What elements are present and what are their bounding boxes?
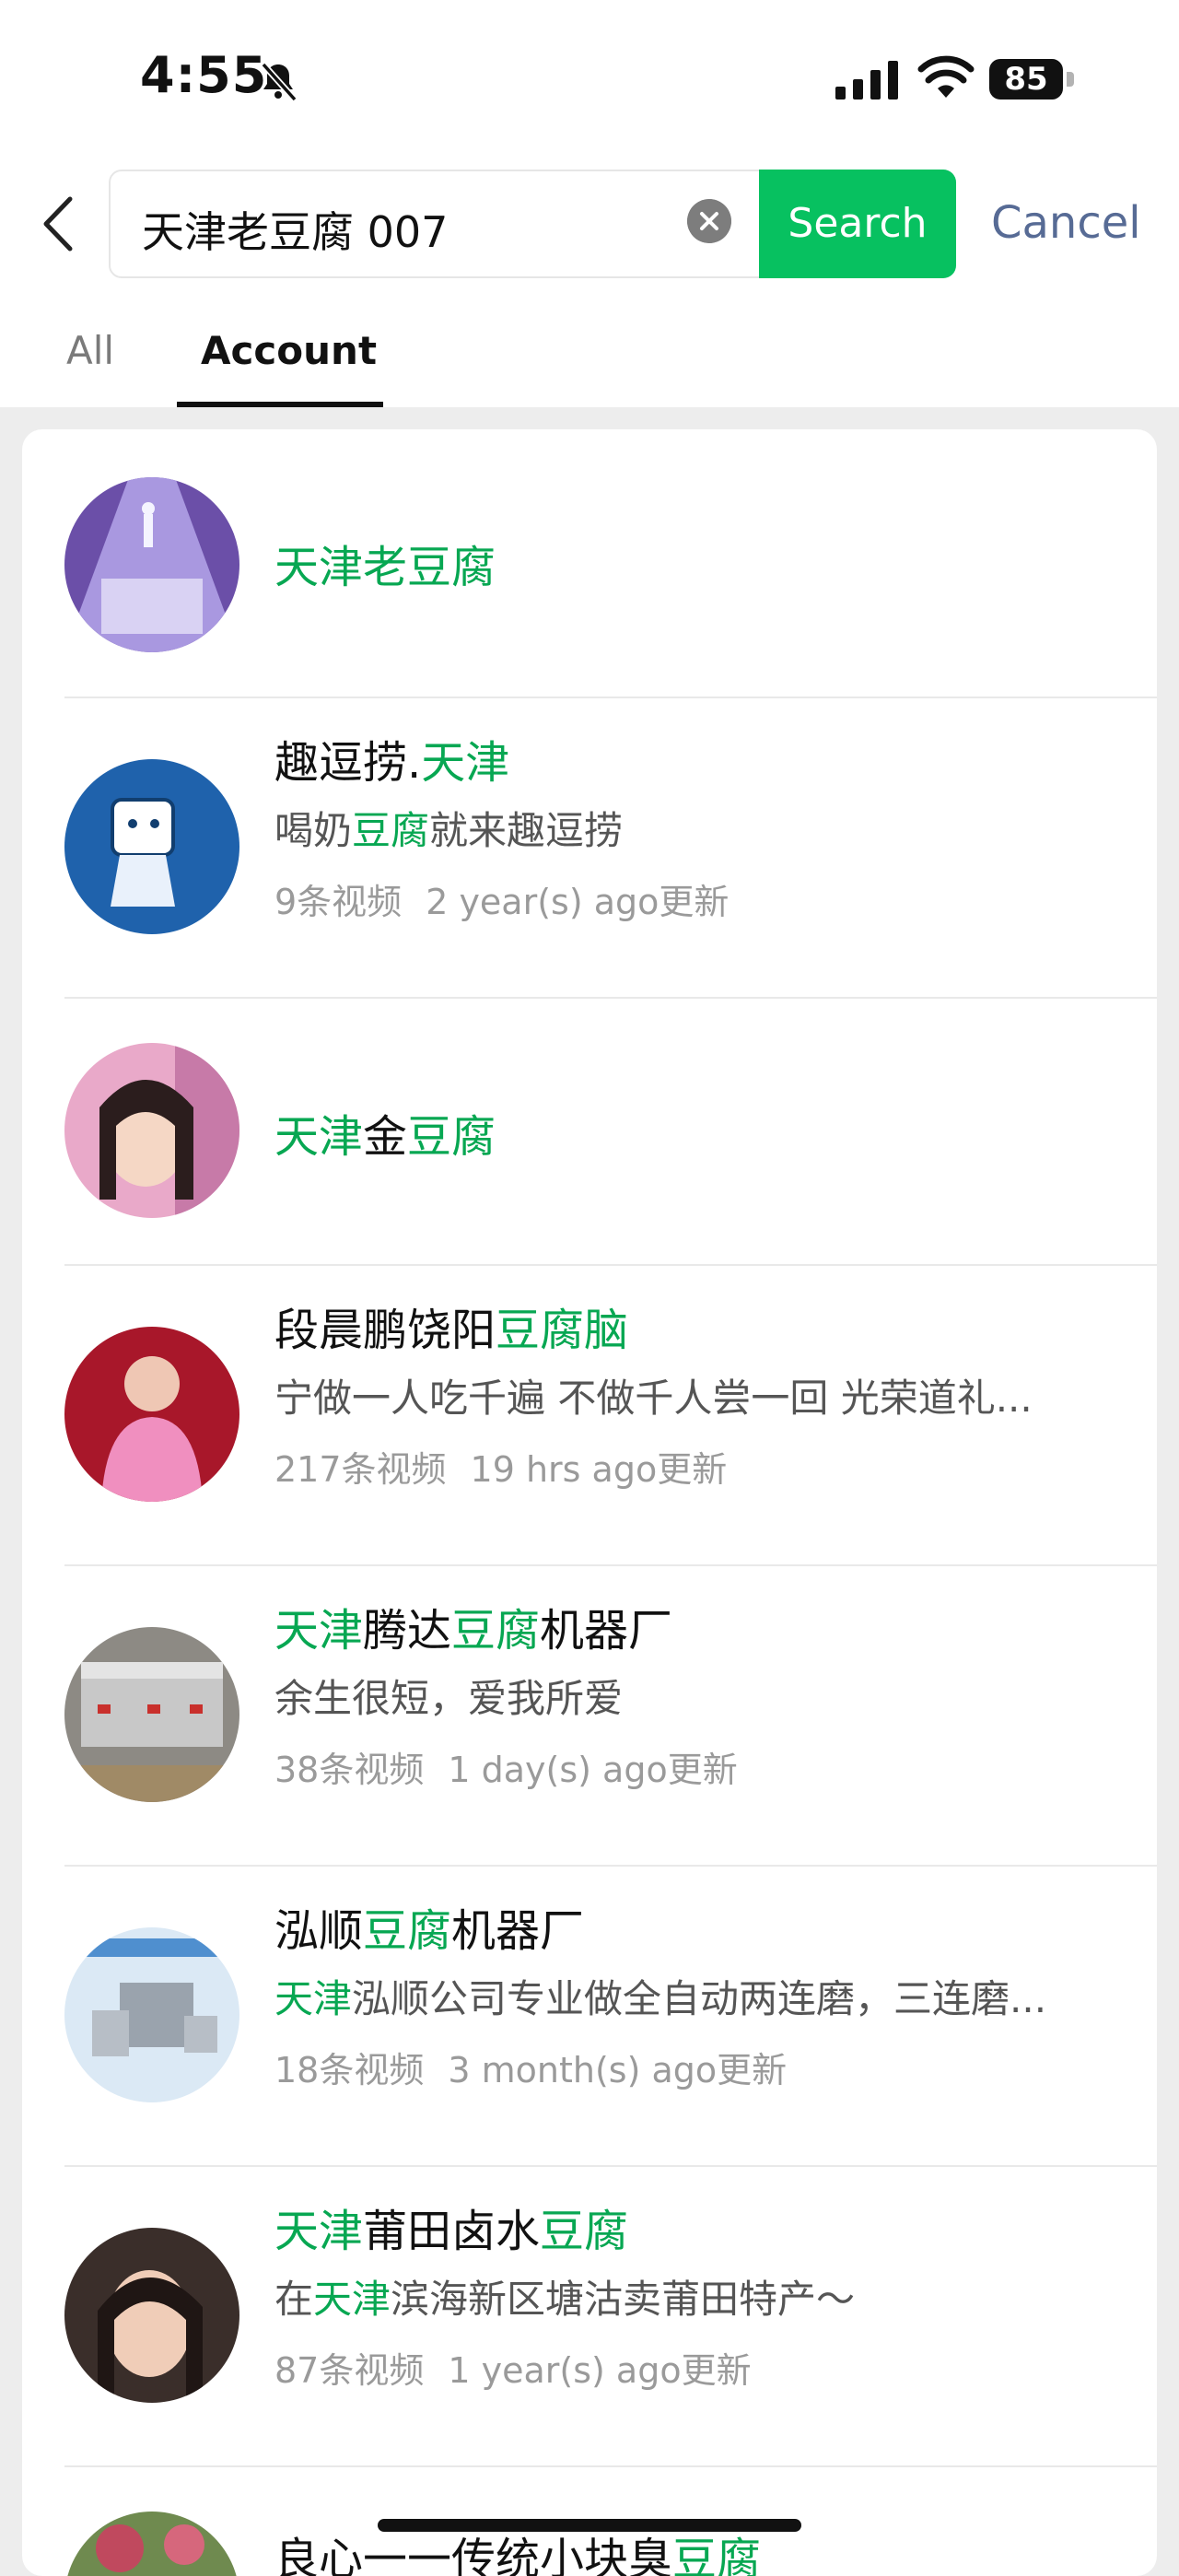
- account-name: 段晨鹏饶阳豆腐脑: [274, 1294, 628, 1358]
- signal-icon: [835, 61, 898, 100]
- keyword-highlight: 豆腐: [407, 1111, 496, 1163]
- keyword-highlight: 豆腐: [352, 808, 430, 853]
- video-count: 18条视频: [274, 2050, 425, 2090]
- keyword-highlight: 天津: [421, 737, 510, 789]
- account-meta: 217条视频 19 hrs ago更新: [274, 1441, 727, 1492]
- text-segment: 泓顺公司专业做全自动两连磨，三连磨...: [352, 1976, 1047, 2021]
- account-description: 余生很短，爱我所爱: [274, 1668, 1103, 1724]
- avatar: [64, 2512, 239, 2576]
- keyword-highlight: 天津: [274, 1111, 364, 1163]
- account-meta: 18条视频 3 month(s) ago更新: [274, 2042, 787, 2092]
- text-segment: 滨海新区塘沽卖莆田特产～: [391, 2277, 856, 2322]
- text-segment: 趣逗捞.: [274, 737, 422, 789]
- account-meta: 87条视频 1 year(s) ago更新: [274, 2342, 752, 2393]
- account-item[interactable]: 天津金豆腐: [22, 999, 1157, 1264]
- bell-muted-icon: [261, 62, 298, 102]
- account-item[interactable]: 天津莆田卤水豆腐 在天津滨海新区塘沽卖莆田特产～ 87条视频 1 year(s) …: [22, 2167, 1157, 2465]
- keyword-highlight: 天津: [274, 2206, 364, 2257]
- battery-level: 85: [989, 59, 1063, 100]
- avatar: [64, 2228, 239, 2403]
- update-time: 3 month(s) ago更新: [448, 2050, 788, 2090]
- text-segment: 泓顺: [274, 1905, 364, 1957]
- account-name: 天津金豆腐: [274, 1100, 496, 1165]
- account-description: 天津泓顺公司专业做全自动两连磨，三连磨...: [274, 1968, 1103, 2024]
- status-time: 4:55: [140, 46, 268, 104]
- account-name: 天津老豆腐: [274, 531, 496, 595]
- account-item[interactable]: 天津腾达豆腐机器厂 余生很短，爱我所爱 38条视频 1 day(s) ago更新: [22, 1566, 1157, 1865]
- account-results-list: 天津老豆腐 趣逗捞.天津 喝奶豆腐就来趣逗捞 9条视频 2 year(s) ago…: [22, 429, 1157, 2576]
- avatar: [64, 477, 239, 652]
- account-meta: 9条视频 2 year(s) ago更新: [274, 873, 729, 924]
- wifi-icon: [917, 55, 975, 98]
- clear-icon[interactable]: [687, 199, 731, 243]
- video-count: 87条视频: [274, 2350, 425, 2391]
- avatar: [64, 1927, 239, 2102]
- header-area: 4:55 85 天津老豆腐 007 Search Cancel All Acco…: [0, 0, 1179, 407]
- text-segment: 段晨鹏饶阳: [274, 1305, 496, 1356]
- update-time: 2 year(s) ago更新: [426, 882, 730, 922]
- account-description: 宁做一人吃千遍 不做千人尝一回 光荣道礼...: [274, 1367, 1103, 1423]
- tab-all[interactable]: All: [66, 328, 114, 373]
- video-count: 217条视频: [274, 1449, 447, 1490]
- search-bar: 天津老豆腐 007 Search Cancel: [0, 166, 1179, 286]
- account-description: 在天津滨海新区塘沽卖莆田特产～: [274, 2268, 1103, 2324]
- avatar: [64, 1043, 239, 1218]
- account-description: 喝奶豆腐就来趣逗捞: [274, 800, 1103, 856]
- battery-icon: 85: [989, 59, 1074, 100]
- account-item[interactable]: 趣逗捞.天津 喝奶豆腐就来趣逗捞 9条视频 2 year(s) ago更新: [22, 698, 1157, 997]
- text-segment: 在: [274, 2277, 314, 2322]
- update-time: 1 year(s) ago更新: [448, 2350, 752, 2391]
- account-item[interactable]: 泓顺豆腐机器厂 天津泓顺公司专业做全自动两连磨，三连磨... 18条视频 3 mo…: [22, 1867, 1157, 2165]
- keyword-highlight: 天津: [274, 1605, 364, 1657]
- account-item[interactable]: 天津老豆腐: [22, 429, 1157, 697]
- keyword-highlight: 豆腐: [672, 2534, 762, 2576]
- account-meta: 38条视频 1 day(s) ago更新: [274, 1741, 738, 1792]
- account-item[interactable]: 段晨鹏饶阳豆腐脑 宁做一人吃千遍 不做千人尝一回 光荣道礼... 217条视频 1…: [22, 1266, 1157, 1564]
- text-segment: 莆田卤水: [363, 2206, 541, 2257]
- text-segment: 机器厂: [540, 1605, 673, 1657]
- home-indicator[interactable]: [378, 2519, 801, 2532]
- video-count: 9条视频: [274, 882, 403, 922]
- search-input[interactable]: 天津老豆腐 007: [142, 199, 448, 260]
- tab-selected-indicator: [177, 402, 383, 407]
- keyword-highlight: 天津: [274, 1976, 353, 2021]
- text-segment: 就来趣逗捞: [429, 808, 624, 853]
- keyword-highlight: 豆腐: [540, 2206, 629, 2257]
- keyword-highlight: 豆腐脑: [496, 1305, 629, 1356]
- tab-account[interactable]: Account: [201, 328, 377, 373]
- avatar: [64, 759, 239, 934]
- account-name: 趣逗捞.天津: [274, 726, 509, 790]
- avatar: [64, 1327, 239, 1502]
- keyword-highlight: 天津老豆腐: [274, 542, 496, 593]
- text-segment: 余生很短，爱我所爱: [274, 1676, 624, 1721]
- account-name: 天津莆田卤水豆腐: [274, 2195, 628, 2259]
- keyword-highlight: 天津: [313, 2277, 391, 2322]
- text-segment: 腾达: [363, 1605, 452, 1657]
- text-segment: 金: [363, 1111, 408, 1163]
- update-time: 1 day(s) ago更新: [448, 1750, 738, 1790]
- back-chevron-icon[interactable]: [37, 193, 79, 254]
- video-count: 38条视频: [274, 1750, 425, 1790]
- text-segment: 宁做一人吃千遍 不做千人尝一回 光荣道礼...: [274, 1376, 1033, 1421]
- battery-tip: [1067, 72, 1074, 87]
- keyword-highlight: 豆腐: [363, 1905, 452, 1957]
- avatar: [64, 1627, 239, 1802]
- account-name: 天津腾达豆腐机器厂: [274, 1594, 672, 1658]
- keyword-highlight: 豆腐: [451, 1605, 541, 1657]
- search-button[interactable]: Search: [759, 170, 956, 278]
- result-tabs: All Account: [0, 313, 1179, 407]
- text-segment: 喝奶: [274, 808, 353, 853]
- account-name: 泓顺豆腐机器厂: [274, 1894, 584, 1959]
- text-segment: 机器厂: [451, 1905, 585, 1957]
- text-segment: 良心一一传统小块臭: [274, 2534, 673, 2576]
- cancel-button[interactable]: Cancel: [991, 197, 1141, 249]
- update-time: 19 hrs ago更新: [470, 1449, 728, 1490]
- status-bar: 4:55 85: [0, 0, 1179, 157]
